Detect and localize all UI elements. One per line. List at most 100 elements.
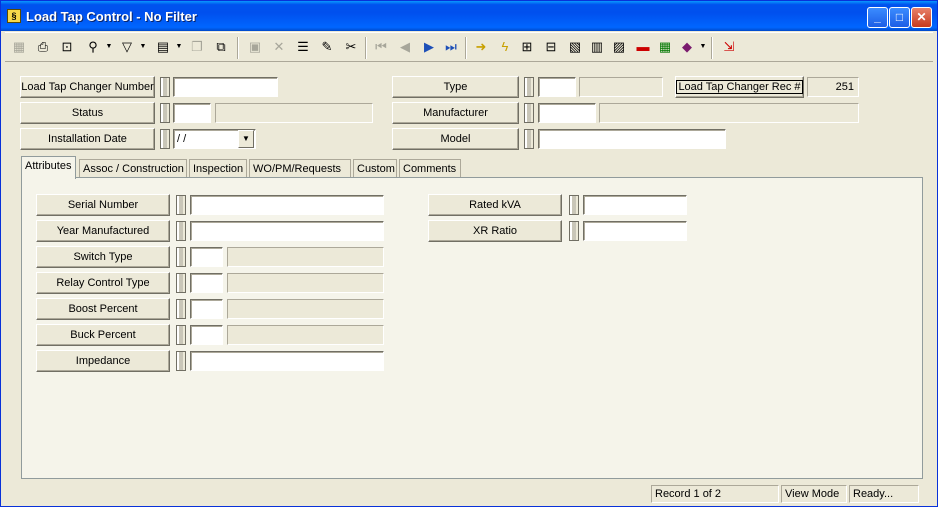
report-icon[interactable]: ▤	[153, 37, 173, 57]
relay-control-type-code-input[interactable]	[190, 273, 223, 293]
tab-attributes[interactable]: Attributes	[21, 156, 76, 179]
ltc-rec-value: 251	[807, 77, 859, 97]
type-code-input[interactable]	[538, 77, 576, 97]
prev-record-icon[interactable]: ◀	[395, 37, 415, 57]
manufacturer-label[interactable]: Manufacturer	[392, 102, 519, 124]
tree-icon[interactable]: ⊞	[517, 37, 537, 57]
toolbar: ▦ ⎙ ⊡ ⚲ ▼ ▽ ▼ ▤ ▼ ❐ ⧉ ▣ ✕ ☰ ✎ ✂ ⏮ ◀ ▶ ⏭ …	[5, 32, 933, 62]
close-button[interactable]: ✕	[911, 7, 932, 28]
lock-icon	[176, 195, 186, 215]
relay-control-type-label[interactable]: Relay Control Type	[36, 272, 170, 294]
chevron-down-icon[interactable]: ▼	[238, 130, 254, 148]
filter-icon[interactable]: ▽	[117, 37, 137, 57]
rated-kva-label[interactable]: Rated kVA	[428, 194, 562, 216]
ltc-number-label[interactable]: Load Tap Changer Number	[20, 76, 155, 98]
next-record-icon[interactable]: ▶	[419, 37, 439, 57]
manufacturer-code-input[interactable]	[538, 103, 596, 123]
tab-custom[interactable]: Custom	[353, 159, 397, 179]
lock-icon	[569, 221, 579, 241]
switch-type-description	[227, 247, 384, 267]
switch-type-label[interactable]: Switch Type	[36, 246, 170, 268]
ltc-number-input[interactable]	[173, 77, 278, 97]
print-icon[interactable]: ⎙	[33, 37, 53, 57]
status-description	[215, 103, 373, 123]
lock-icon	[176, 273, 186, 293]
book-icon[interactable]: ◆	[677, 37, 697, 57]
map-icon[interactable]: ▧	[565, 37, 585, 57]
book-dropdown-icon[interactable]: ▼	[699, 37, 707, 57]
lock-icon	[176, 351, 186, 371]
print-preview-icon[interactable]: ⊡	[57, 37, 77, 57]
delete-icon[interactable]: ✕	[269, 37, 289, 57]
model-input[interactable]	[538, 129, 726, 149]
model-label[interactable]: Model	[392, 128, 519, 150]
buck-percent-code-input[interactable]	[190, 325, 223, 345]
status-bar: Record 1 of 2 View Mode Ready...	[5, 485, 933, 503]
year-manufactured-input[interactable]	[190, 221, 384, 241]
lightning-icon[interactable]: ϟ	[495, 37, 515, 57]
lock-icon	[176, 299, 186, 319]
status-ready: Ready...	[849, 485, 919, 503]
serial-number-label[interactable]: Serial Number	[36, 194, 170, 216]
xr-ratio-label[interactable]: XR Ratio	[428, 220, 562, 242]
tab-comments[interactable]: Comments	[399, 159, 461, 179]
duplicate-icon[interactable]: ⧉	[211, 37, 231, 57]
tab-inspection[interactable]: Inspection	[189, 159, 247, 179]
filter-dropdown-icon[interactable]: ▼	[139, 37, 147, 57]
xr-ratio-input[interactable]	[583, 221, 687, 241]
lock-icon	[160, 77, 170, 97]
status-label[interactable]: Status	[20, 102, 155, 124]
edit-pencil-icon[interactable]: ✎	[317, 37, 337, 57]
calculator-icon[interactable]: ▥	[587, 37, 607, 57]
installation-date-value: / /	[177, 133, 187, 145]
tab-wo-pm-requests[interactable]: WO/PM/Requests	[249, 159, 351, 179]
tab-assoc-construction[interactable]: Assoc / Construction	[79, 159, 187, 179]
buck-percent-label[interactable]: Buck Percent	[36, 324, 170, 346]
manufacturer-description	[599, 103, 859, 123]
lock-icon	[524, 129, 534, 149]
boost-percent-code-input[interactable]	[190, 299, 223, 319]
cut-icon[interactable]: ✂	[341, 37, 361, 57]
app-icon: §	[7, 9, 21, 23]
lock-icon	[160, 103, 170, 123]
ltc-rec-label: Load Tap Changer Rec #	[676, 80, 803, 94]
find-dropdown-icon[interactable]: ▼	[105, 37, 113, 57]
impedance-label[interactable]: Impedance	[36, 350, 170, 372]
impedance-input[interactable]	[190, 351, 384, 371]
view-mode: View Mode	[781, 485, 847, 503]
toolbox-icon[interactable]: ▬	[633, 37, 653, 57]
type-label[interactable]: Type	[392, 76, 519, 98]
type-description	[579, 77, 663, 97]
lock-icon	[160, 129, 170, 149]
report-dropdown-icon[interactable]: ▼	[175, 37, 183, 57]
spreadsheet-icon[interactable]: ▦	[655, 37, 675, 57]
exit-icon[interactable]: ⇲	[719, 37, 739, 57]
year-manufactured-label[interactable]: Year Manufactured	[36, 220, 170, 242]
window-title: Load Tap Control - No Filter	[26, 9, 197, 24]
lock-icon	[524, 103, 534, 123]
serial-number-input[interactable]	[190, 195, 384, 215]
stack-icon[interactable]: ☰	[293, 37, 313, 57]
lock-icon	[524, 77, 534, 97]
relay-control-type-description	[227, 273, 384, 293]
first-record-icon[interactable]: ⏮	[371, 37, 391, 57]
boost-percent-label[interactable]: Boost Percent	[36, 298, 170, 320]
lock-icon	[569, 195, 579, 215]
lock-icon	[176, 247, 186, 267]
installation-date-label[interactable]: Installation Date	[20, 128, 155, 150]
rated-kva-input[interactable]	[583, 195, 687, 215]
last-record-icon[interactable]: ⏭	[441, 37, 461, 57]
copy-record-icon[interactable]: ❐	[187, 37, 207, 57]
title-bar: § Load Tap Control - No Filter _ □ ✕	[1, 1, 937, 31]
ltc-rec-button[interactable]: Load Tap Changer Rec #	[675, 76, 804, 98]
find-icon[interactable]: ⚲	[83, 37, 103, 57]
save-icon[interactable]: ▣	[245, 37, 265, 57]
minimize-button[interactable]: _	[867, 7, 888, 28]
new-record-icon[interactable]: ▦	[9, 37, 29, 57]
maximize-button[interactable]: □	[889, 7, 910, 28]
switch-type-code-input[interactable]	[190, 247, 223, 267]
goto-arrow-icon[interactable]: ➜	[471, 37, 491, 57]
hierarchy-icon[interactable]: ⊟	[541, 37, 561, 57]
grid-map-icon[interactable]: ▨	[609, 37, 629, 57]
status-code-input[interactable]	[173, 103, 211, 123]
